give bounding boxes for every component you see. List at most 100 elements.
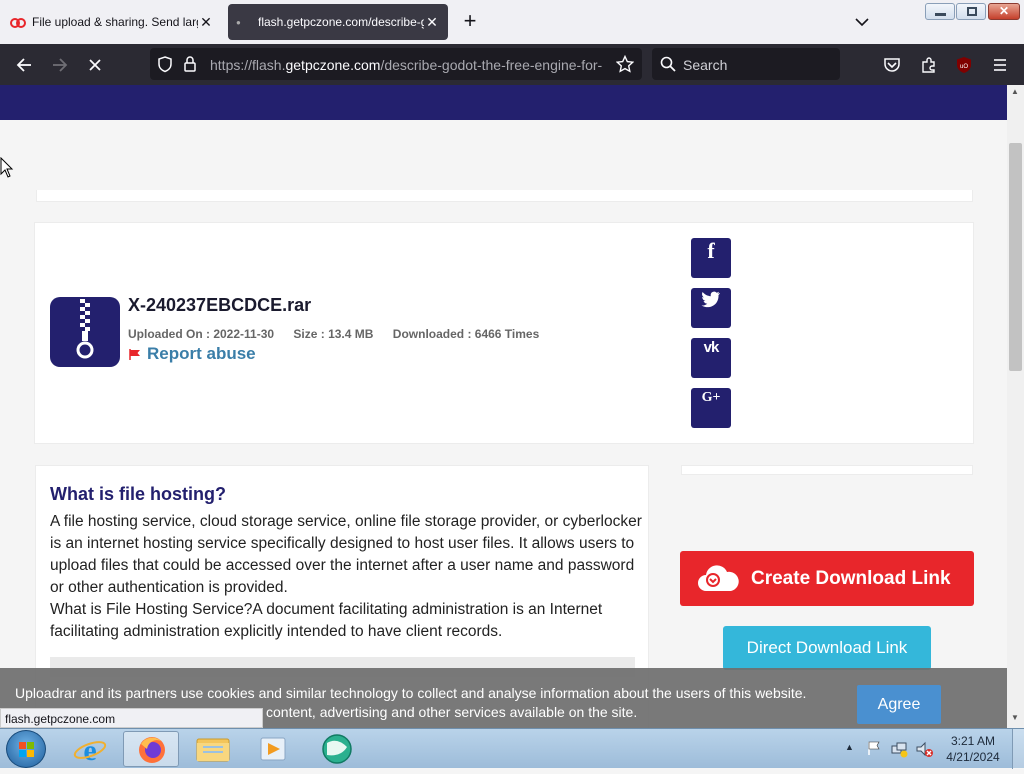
search-bar[interactable]: Search xyxy=(652,48,840,80)
ublock-button[interactable]: uO xyxy=(951,52,977,78)
maximize-button[interactable] xyxy=(956,3,986,20)
flag-icon xyxy=(129,349,140,360)
puzzle-icon xyxy=(922,57,935,73)
minimize-button[interactable] xyxy=(925,3,955,20)
create-download-link-button[interactable]: Create Download Link xyxy=(680,551,974,606)
taskbar-media-player[interactable] xyxy=(245,731,301,767)
file-size: Size : 13.4 MB xyxy=(293,327,374,341)
windows-logo-icon xyxy=(19,742,34,757)
internet-explorer-icon: e xyxy=(73,734,107,767)
url-domain: getpczone.com xyxy=(285,57,381,73)
ublock-origin-icon: uO xyxy=(957,57,971,73)
url-path: /describe-godot-the-free-engine-for- xyxy=(380,57,603,73)
network-icon[interactable] xyxy=(890,740,908,758)
svg-text:uO: uO xyxy=(960,64,968,70)
scrollbar-thumb[interactable] xyxy=(1009,143,1022,371)
close-window-button[interactable]: ✕ xyxy=(988,3,1020,20)
search-placeholder: Search xyxy=(683,57,728,73)
clock[interactable]: 3:21 AM 4/21/2024 xyxy=(940,733,1006,765)
upload-date: Uploaded On : 2022-11-30 xyxy=(128,327,275,341)
navigation-toolbar: https://flash.getpczone.com/describe-god… xyxy=(0,44,1024,85)
cloud-download-icon xyxy=(698,564,739,591)
show-desktop-button[interactable] xyxy=(1012,729,1024,769)
back-button[interactable] xyxy=(11,52,37,78)
stop-loading-button[interactable] xyxy=(82,52,108,78)
tab-file-upload[interactable]: File upload & sharing. Send large files … xyxy=(4,4,220,40)
google-plus-share-button[interactable]: G+ xyxy=(691,388,731,428)
taskbar-firefox[interactable] xyxy=(123,731,179,767)
top-divider-card xyxy=(36,190,973,202)
article-paragraph-1: A file hosting service, cloud storage se… xyxy=(50,513,642,596)
taskbar-file-explorer[interactable] xyxy=(185,731,241,767)
arrow-left-icon xyxy=(16,58,31,72)
scroll-down-arrow-icon[interactable]: ▼ xyxy=(1011,713,1019,722)
tab-close-icon[interactable]: ✕ xyxy=(424,14,440,31)
direct-download-link-button[interactable]: Direct Download Link xyxy=(723,626,931,670)
action-center-flag-icon[interactable] xyxy=(866,740,882,756)
app-menu-button[interactable] xyxy=(987,52,1013,78)
taskbar-app[interactable] xyxy=(309,731,365,767)
show-hidden-icons-button[interactable]: ▲ xyxy=(845,742,854,752)
new-tab-button[interactable]: + xyxy=(458,10,482,34)
clock-time: 3:21 AM xyxy=(950,734,996,748)
list-all-tabs-button[interactable] xyxy=(852,12,876,32)
tab-loading-icon: ● xyxy=(236,17,241,27)
lock-icon[interactable] xyxy=(182,55,198,73)
url-text[interactable]: https://flash.getpczone.com/describe-god… xyxy=(210,57,608,73)
star-icon[interactable] xyxy=(616,55,634,73)
site-header-banner xyxy=(0,85,1007,120)
svg-text:e: e xyxy=(83,734,96,767)
uploadrar-logo-icon xyxy=(10,18,26,28)
pocket-icon xyxy=(884,58,900,72)
shield-icon[interactable] xyxy=(156,55,174,73)
firefox-icon xyxy=(139,737,165,763)
tab-title: flash.getpczone.com/describe-godot-the-f… xyxy=(258,15,424,29)
agree-label: Agree xyxy=(877,695,921,713)
sidebar-top-card xyxy=(681,465,973,475)
windows-taskbar: e ▲ 3:21 AM 4/21/2024 xyxy=(0,728,1024,769)
create-download-link-label: Create Download Link xyxy=(751,567,951,589)
media-player-icon xyxy=(260,737,286,761)
zip-file-icon xyxy=(50,297,120,367)
page-scrollbar[interactable]: ▲ ▼ xyxy=(1007,85,1024,728)
chevron-down-icon xyxy=(855,18,869,27)
report-abuse-label: Report abuse xyxy=(147,344,256,363)
hamburger-menu-icon xyxy=(994,59,1006,71)
tab-title: File upload & sharing. Send large files xyxy=(32,15,198,29)
file-meta: Uploaded On : 2022-11-30 Size : 13.4 MB … xyxy=(128,327,539,341)
twitter-icon xyxy=(701,291,720,308)
tab-strip: File upload & sharing. Send large files … xyxy=(0,0,1024,44)
facebook-icon: f xyxy=(707,238,715,263)
url-prefix: https://flash. xyxy=(210,57,286,73)
google-plus-icon: G+ xyxy=(701,390,721,405)
tab-getpczone[interactable]: ● flash.getpczone.com/describe-godot-the… xyxy=(228,4,448,40)
close-icon xyxy=(89,59,101,71)
file-info-card: X-240237EBCDCE.rar Uploaded On : 2022-11… xyxy=(34,222,974,444)
vk-icon: vk xyxy=(703,339,720,356)
start-button[interactable] xyxy=(6,730,46,768)
download-count: Downloaded : 6466 Times xyxy=(392,327,540,341)
cookie-text-line-1: Uploadrar and its partners use cookies a… xyxy=(15,685,807,701)
cookie-text-line-2: content, advertising and other services … xyxy=(266,704,638,720)
app-globe-icon xyxy=(322,734,352,764)
address-bar[interactable]: https://flash.getpczone.com/describe-god… xyxy=(150,48,642,80)
article-heading: What is file hosting? xyxy=(50,484,226,504)
twitter-share-button[interactable] xyxy=(691,288,731,328)
scroll-up-arrow-icon[interactable]: ▲ xyxy=(1011,87,1019,96)
link-status-tooltip: flash.getpczone.com xyxy=(0,708,263,728)
file-name: X-240237EBCDCE.rar xyxy=(128,295,312,315)
forward-button[interactable] xyxy=(47,52,73,78)
volume-muted-icon[interactable] xyxy=(915,740,933,758)
pocket-button[interactable] xyxy=(879,52,905,78)
extensions-button[interactable] xyxy=(916,52,942,78)
report-abuse-link[interactable]: Report abuse xyxy=(128,344,256,364)
tab-close-icon[interactable]: ✕ xyxy=(198,14,214,31)
clock-date: 4/21/2024 xyxy=(946,750,1000,764)
mouse-cursor-icon xyxy=(0,157,14,178)
taskbar-internet-explorer[interactable]: e xyxy=(62,731,118,767)
search-icon xyxy=(660,56,676,72)
agree-button[interactable]: Agree xyxy=(857,685,941,724)
vk-share-button[interactable]: vk xyxy=(691,338,731,378)
facebook-share-button[interactable]: f xyxy=(691,238,731,278)
page-content: X-240237EBCDCE.rar Uploaded On : 2022-11… xyxy=(0,85,1007,728)
